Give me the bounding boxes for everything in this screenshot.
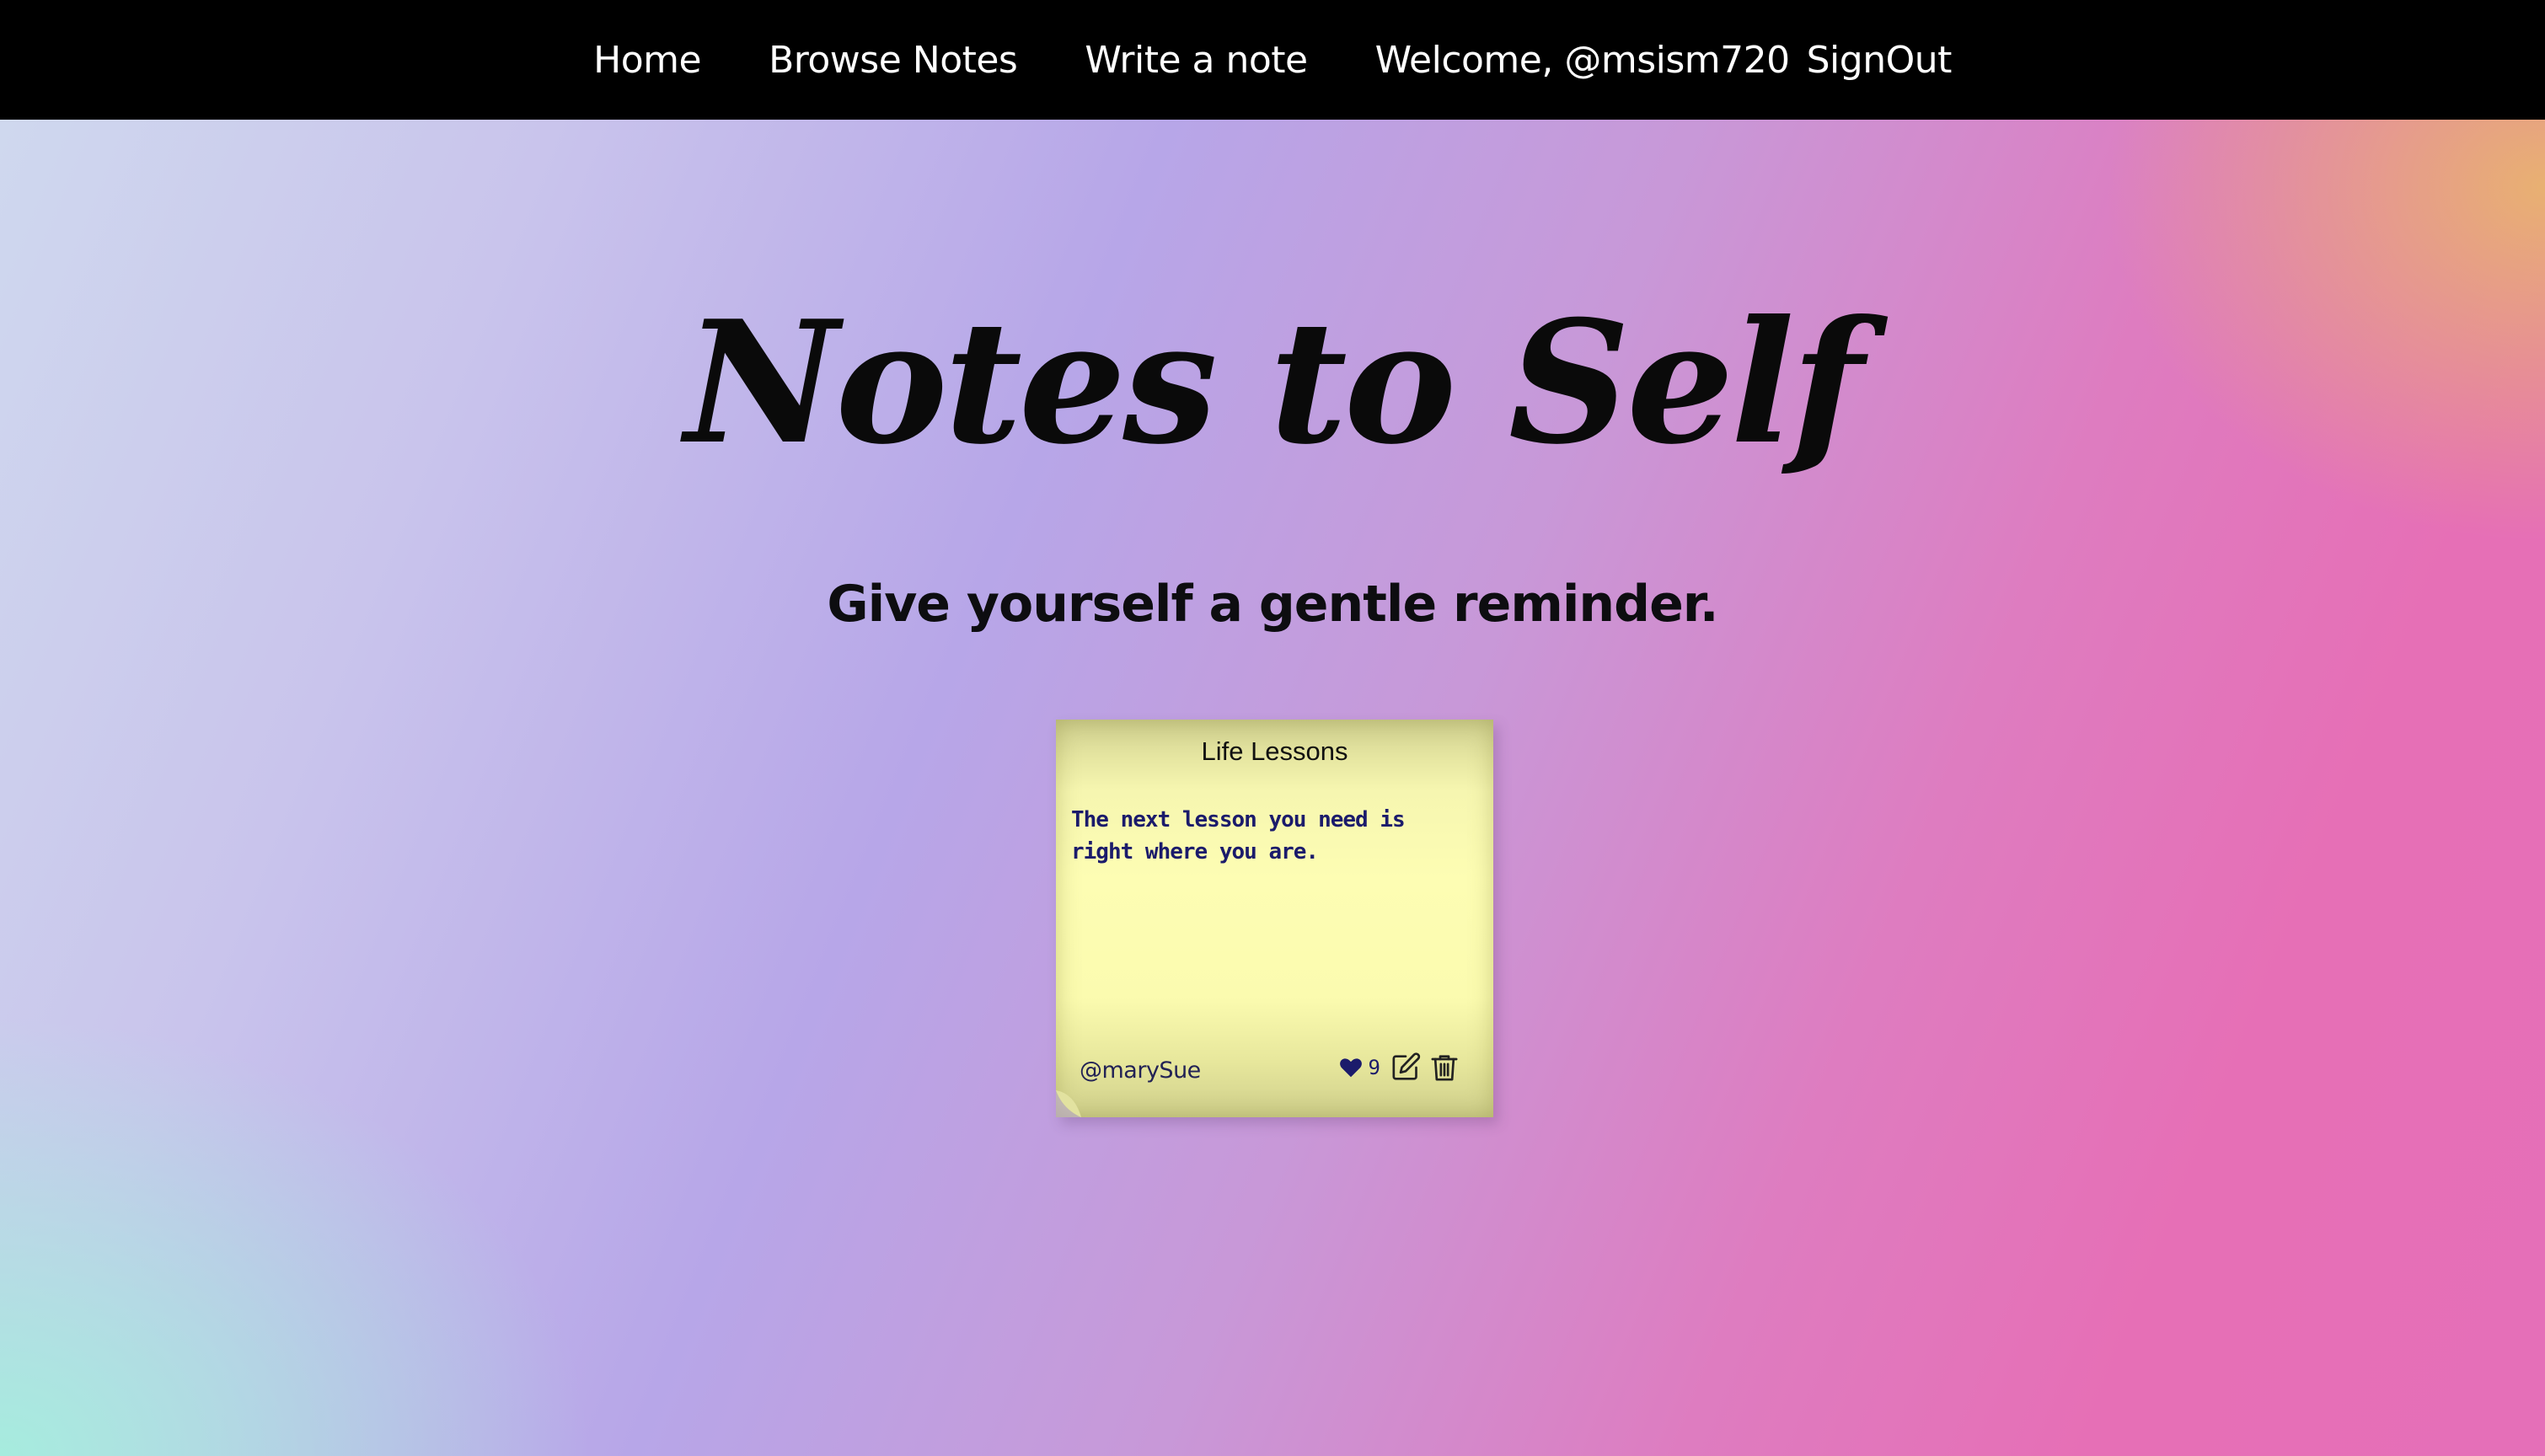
page-title: Notes to Self [684,284,1863,482]
note-body: The next lesson you need is right where … [1071,807,1406,864]
page-curl-decoration [1056,1090,1081,1117]
sticky-note[interactable]: Life Lessons The next lesson you need is… [1056,720,1493,1117]
main-content: Notes to Self Give yourself a gentle rem… [0,120,2545,1456]
top-nav: Home Browse Notes Write a note Welcome, … [0,0,2545,120]
heart-icon[interactable] [1338,1055,1364,1080]
nav-welcome-text: Welcome, @msism720 [1374,38,1791,82]
edit-icon[interactable] [1389,1051,1423,1084]
trash-icon[interactable] [1428,1051,1461,1084]
page-subtitle: Give yourself a gentle reminder. [827,575,1718,634]
nav-browse-notes-link[interactable]: Browse Notes [769,39,1018,82]
nav-signout-link[interactable]: SignOut [1807,39,1953,82]
nav-home-link[interactable]: Home [593,39,701,82]
note-title: Life Lessons [1201,736,1348,766]
likes-count: 9 [1368,1056,1380,1079]
note-actions: 9 [1338,1051,1461,1084]
nav-write-note-link[interactable]: Write a note [1085,39,1308,82]
